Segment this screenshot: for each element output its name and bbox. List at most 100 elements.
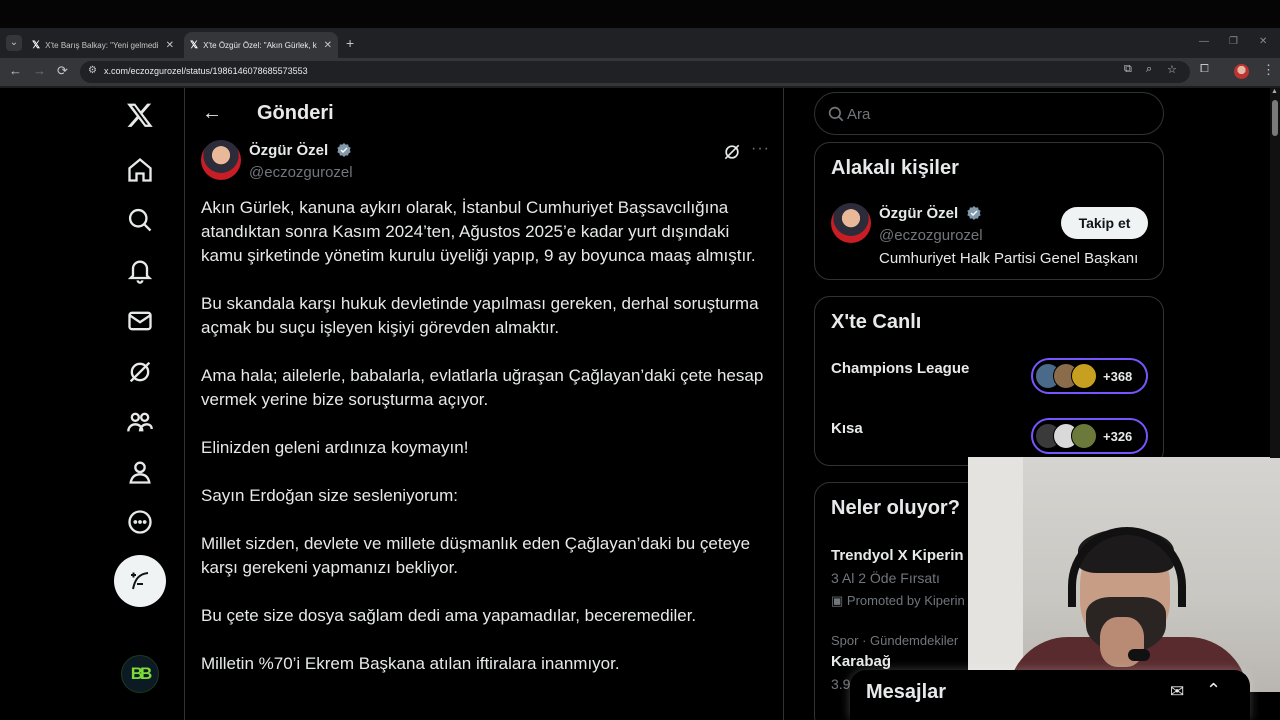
explore-search-icon[interactable]: [126, 206, 154, 234]
x-favicon-icon: 𝕏: [190, 39, 199, 51]
author-name-row[interactable]: Özgür Özel: [249, 142, 352, 159]
messages-drawer[interactable]: Mesajlar ✉ ⌃: [850, 670, 1250, 720]
related-avatar[interactable]: [831, 203, 871, 243]
related-bio: Cumhuriyet Halk Partisi Genel Başkanı: [879, 250, 1139, 267]
related-name-row[interactable]: Özgür Özel: [879, 205, 982, 222]
more-circle-icon[interactable]: [126, 508, 154, 536]
author-name[interactable]: Özgür Özel: [249, 142, 328, 159]
related-name[interactable]: Özgür Özel: [879, 205, 958, 222]
x-favicon-icon: 𝕏: [32, 39, 41, 51]
page-title: Gönderi: [257, 102, 334, 124]
tab-close-icon[interactable]: ✕: [166, 40, 174, 51]
follow-button[interactable]: Takip et: [1061, 207, 1148, 239]
webcam-overlay: [968, 457, 1280, 692]
live-title: X'te Canlı: [831, 311, 922, 333]
post-text: Akın Gürlek, kanuna aykırı olarak, İstan…: [201, 196, 769, 700]
post-paragraph: Bu skandala karşı hukuk devletinde yapıl…: [201, 294, 759, 337]
communities-icon[interactable]: [126, 408, 154, 436]
webcam-microphone: [1128, 649, 1150, 661]
restore-icon[interactable]: ❐: [1229, 36, 1238, 47]
related-people-card: Alakalı kişiler Özgür Özel @eczozgurozel…: [814, 142, 1164, 280]
trend-count: 3.9: [831, 676, 851, 692]
live-count: +368: [1103, 368, 1133, 384]
verified-badge-icon: [967, 206, 982, 220]
post-paragraph: Bu çete size dosya sağlam dedi ama yapam…: [201, 606, 697, 625]
address-bar[interactable]: ⚙ x.com/eczozgurozel/status/198614607868…: [80, 61, 1190, 83]
messages-title[interactable]: Mesajlar: [866, 681, 946, 704]
browser-tab-1[interactable]: 𝕏 X'te Barış Balkay: "Yeni gelmedi ✕: [26, 32, 180, 58]
promoted-label: ▣ Promoted by Kiperin: [831, 593, 965, 609]
search-input[interactable]: [847, 103, 1147, 125]
scroll-up-icon[interactable]: ▲: [1271, 88, 1278, 95]
window-titlebar: [0, 0, 1280, 28]
site-info-icon[interactable]: ⚙: [88, 65, 97, 76]
post-paragraph: Elinizden geleni ardınıza koymayın!: [201, 438, 469, 457]
profile-avatar[interactable]: [1234, 64, 1249, 79]
extensions-icon[interactable]: ⧠: [1200, 63, 1209, 76]
account-avatar[interactable]: BB: [121, 655, 159, 693]
back-arrow-icon[interactable]: ←: [202, 102, 222, 125]
notifications-bell-icon[interactable]: [126, 257, 154, 285]
live-participants-pill[interactable]: +368: [1031, 358, 1148, 394]
trend-name[interactable]: Karabağ: [831, 653, 891, 670]
search-box[interactable]: [814, 92, 1164, 135]
tab-close-icon[interactable]: ✕: [324, 40, 332, 51]
promoted-icon: ▣: [831, 593, 847, 608]
live-item-label[interactable]: Champions League: [831, 360, 969, 377]
new-message-icon[interactable]: ✉: [1170, 682, 1184, 702]
new-tab-button[interactable]: +: [346, 35, 354, 51]
live-participants-pill[interactable]: +326: [1031, 418, 1148, 454]
author-handle[interactable]: @eczozgurozel: [249, 164, 353, 181]
participant-avatar: [1071, 363, 1097, 389]
post-paragraph: Milletin %70’i Ekrem Başkana atılan ifti…: [201, 654, 620, 673]
browser-tab-2[interactable]: 𝕏 X'te Özgür Özel: "Akın Gürlek, k ✕: [184, 32, 338, 58]
webcam-background-door: [968, 457, 1023, 692]
reload-icon[interactable]: ⟳: [57, 63, 68, 79]
post-paragraph: Sayın Erdoğan size sesleniyorum:: [201, 486, 459, 505]
trends-title: Neler oluyor?: [831, 497, 960, 519]
minimize-icon[interactable]: —: [1199, 36, 1209, 47]
related-handle[interactable]: @eczozgurozel: [879, 227, 983, 244]
bookmark-star-icon[interactable]: ☆: [1167, 63, 1177, 76]
verified-badge-icon: [337, 143, 352, 157]
grok-explain-icon[interactable]: [722, 142, 742, 162]
scrollbar-thumb[interactable]: [1272, 100, 1278, 136]
collapse-chevron-icon[interactable]: ⌃: [1206, 680, 1221, 701]
post-paragraph: Millet sizden, devlete ve millete düşman…: [201, 534, 751, 577]
promo-title[interactable]: Trendyol X Kiperin: [831, 547, 964, 564]
url-text[interactable]: x.com/eczozgurozel/status/19861460786855…: [104, 66, 308, 76]
forward-icon[interactable]: →: [33, 63, 46, 78]
compose-post-button[interactable]: [114, 555, 166, 607]
home-icon[interactable]: [126, 156, 154, 184]
related-title: Alakalı kişiler: [831, 157, 959, 179]
trend-context: Spor · Gündemdekiler: [831, 633, 959, 648]
promoted-text: Promoted by Kiperin: [846, 593, 965, 608]
post-paragraph: Akın Gürlek, kanuna aykırı olarak, İstan…: [201, 198, 756, 265]
tab-strip: ⌄ 𝕏 X'te Barış Balkay: "Yeni gelmedi ✕ 𝕏…: [0, 28, 1280, 58]
search-icon: [828, 106, 844, 122]
author-avatar[interactable]: [201, 140, 241, 180]
live-item-label[interactable]: Kısa: [831, 420, 863, 437]
window-close-icon[interactable]: ✕: [1259, 36, 1267, 47]
browser-menu-icon[interactable]: ⋮: [1262, 62, 1275, 78]
live-count: +326: [1103, 428, 1133, 444]
back-icon[interactable]: ←: [9, 63, 22, 78]
main-column: ← Gönderi Özgür Özel @eczozgurozel ··· A…: [184, 88, 784, 720]
profile-icon[interactable]: [126, 458, 154, 486]
zoom-icon[interactable]: ⌕: [1146, 63, 1152, 76]
messages-envelope-icon[interactable]: [126, 307, 154, 335]
page-scrollbar[interactable]: ▲: [1270, 88, 1280, 458]
live-card: X'te Canlı Champions League +368 Kısa +3…: [814, 296, 1164, 466]
tab-search-button[interactable]: ⌄: [6, 35, 22, 51]
promo-subtitle: 3 Al 2 Öde Fırsatı: [831, 570, 940, 586]
post-paragraph: Ama hala; ailelerle, babalarla, evlatlar…: [201, 366, 764, 409]
more-options-icon[interactable]: ···: [751, 140, 770, 158]
tab-title: X'te Özgür Özel: "Akın Gürlek, k: [203, 40, 317, 50]
feather-icon: [131, 572, 149, 590]
tab-title: X'te Barış Balkay: "Yeni gelmedi: [45, 40, 159, 50]
install-app-icon[interactable]: ⧉: [1124, 63, 1132, 76]
x-logo-icon[interactable]: [126, 101, 154, 129]
participant-avatar: [1071, 423, 1097, 449]
grok-icon[interactable]: [126, 358, 154, 386]
browser-toolbar: ← → ⟳ ⚙ x.com/eczozgurozel/status/198614…: [0, 58, 1280, 86]
